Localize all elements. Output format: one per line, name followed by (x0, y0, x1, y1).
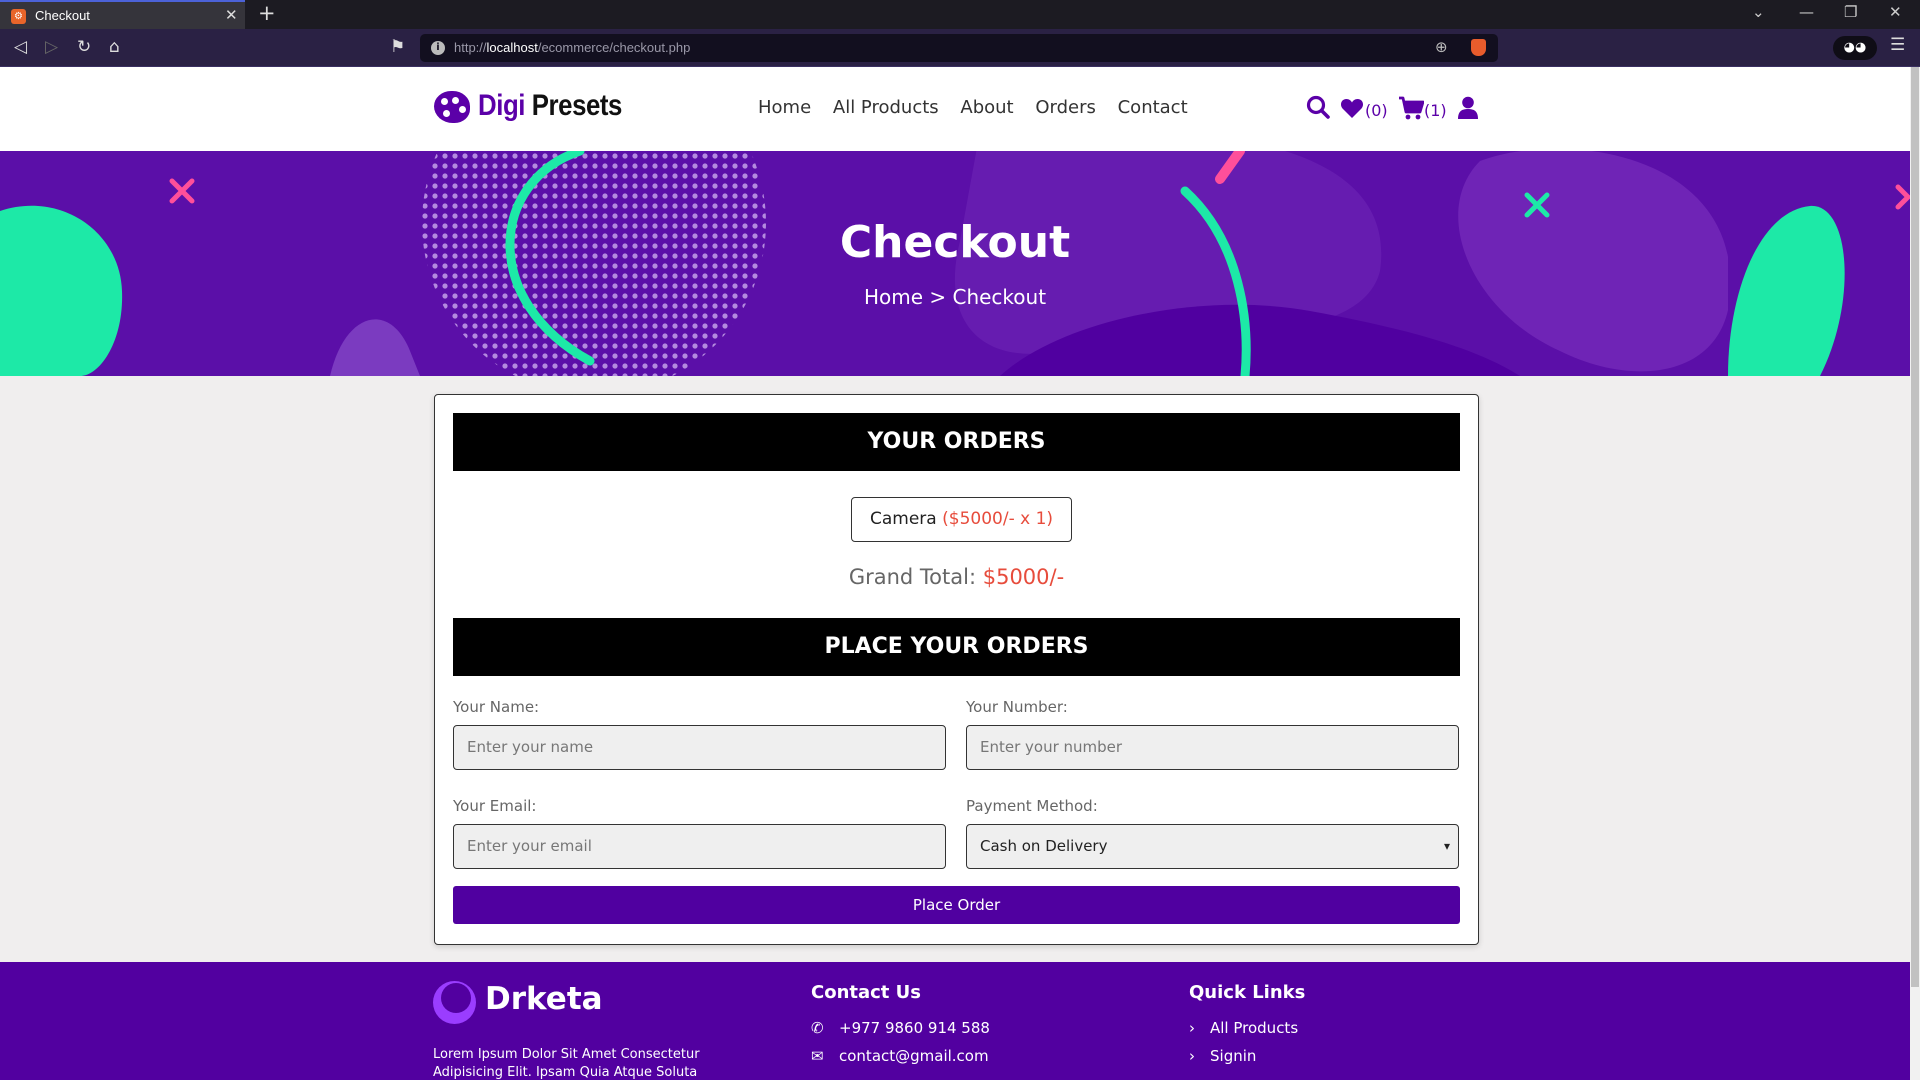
browser-tab-checkout[interactable]: ⚙ Checkout ✕ (0, 0, 245, 29)
number-field[interactable]: Enter your number (966, 725, 1459, 770)
cart-count[interactable]: (1) (1424, 101, 1447, 120)
phone-icon: ✆ (811, 1019, 824, 1037)
browser-toolbar: ◁ ▷ ↻ ⌂ ⚑ i http://localhost/ecommerce/c… (0, 29, 1920, 67)
nav-about[interactable]: About (960, 97, 1013, 118)
tab-close-icon[interactable]: ✕ (225, 6, 238, 24)
grand-total-value: $5000/- (982, 565, 1065, 589)
footer-email[interactable]: ✉ contact@gmail.com (811, 1047, 989, 1065)
place-order-button[interactable]: Place Order (453, 886, 1460, 924)
footer-brand: Drketa (485, 981, 603, 1017)
place-orders-heading: PLACE YOUR ORDERS (453, 618, 1460, 676)
window-close-icon[interactable]: ✕ (1889, 3, 1902, 21)
wishlist-count[interactable]: (0) (1365, 101, 1388, 120)
minimize-icon[interactable]: — (1799, 3, 1814, 21)
bookmark-icon[interactable]: ⚑ (390, 37, 405, 57)
reader-glasses-icon[interactable]: ◕◕ (1833, 36, 1877, 60)
moon-logo-icon (433, 981, 476, 1024)
heart-icon[interactable] (1340, 97, 1364, 119)
breadcrumb[interactable]: Home > Checkout (0, 285, 1910, 309)
footer-link-signin[interactable]: › Signin (1189, 1047, 1256, 1065)
email-label: Your Email: (453, 797, 537, 815)
new-tab-icon[interactable]: + (258, 1, 276, 25)
cart-icon[interactable] (1398, 96, 1424, 120)
reload-icon[interactable]: ↻ (77, 37, 91, 57)
checkout-card: YOUR ORDERS Camera ($5000/- x 1) Grand T… (434, 394, 1479, 945)
order-item: Camera ($5000/- x 1) (851, 497, 1073, 542)
main-nav: Home All Products About Orders Contact (758, 97, 1204, 118)
number-label: Your Number: (966, 698, 1068, 716)
chevron-right-icon: › (1189, 1047, 1195, 1065)
brave-shields-icon[interactable] (1471, 39, 1486, 56)
footer-description: Lorem Ipsum Dolor Sit Amet Consectetur A… (433, 1047, 700, 1080)
nav-all-products[interactable]: All Products (833, 97, 939, 118)
footer-phone[interactable]: ✆ +977 9860 914 588 (811, 1019, 990, 1037)
page-scrollbar-thumb[interactable] (1911, 67, 1919, 987)
palette-logo-icon (434, 91, 470, 123)
email-field[interactable]: Enter your email (453, 824, 946, 869)
nav-contact[interactable]: Contact (1118, 97, 1188, 118)
site-header: Digi Presets Home All Products About Ord… (0, 67, 1910, 151)
quick-links-heading: Quick Links (1189, 982, 1306, 1003)
payment-method-select[interactable]: Cash on Delivery ▾ (966, 824, 1459, 869)
payment-label: Payment Method: (966, 797, 1098, 815)
back-icon[interactable]: ◁ (14, 37, 27, 57)
search-icon[interactable] (1306, 95, 1330, 121)
chevron-right-icon: › (1189, 1019, 1195, 1037)
site-favicon-icon: ⚙ (11, 9, 26, 24)
zoom-icon[interactable]: ⊕ (1435, 38, 1448, 56)
restore-icon[interactable]: ❐ (1844, 3, 1857, 21)
page-title: Checkout (839, 217, 1071, 268)
site-footer: Drketa Lorem Ipsum Dolor Sit Amet Consec… (0, 962, 1910, 1080)
forward-icon[interactable]: ▷ (45, 37, 58, 57)
url-text[interactable]: http://localhost/ecommerce/checkout.php (454, 40, 690, 55)
name-field[interactable]: Enter your name (453, 725, 946, 770)
browser-menu-icon[interactable]: ☰ (1890, 35, 1905, 55)
payment-method-value: Cash on Delivery (980, 837, 1108, 855)
footer-link-all-products[interactable]: › All Products (1189, 1019, 1298, 1037)
hero-banner: Checkout Home > Checkout (0, 151, 1910, 376)
contact-heading: Contact Us (811, 982, 922, 1003)
logo-text: Digi Presets (478, 89, 622, 122)
user-icon[interactable] (1458, 96, 1478, 120)
grand-total-label: Grand Total: (848, 565, 977, 589)
order-item-price: ($5000/- x 1) (942, 509, 1054, 529)
grand-total: Grand Total: $5000/- (435, 565, 1478, 589)
order-item-name: Camera (870, 509, 937, 529)
orders-heading: YOUR ORDERS (453, 413, 1460, 471)
browser-tabbar: ⚙ Checkout ✕ + ⌄ — ❐ ✕ (0, 0, 1920, 29)
tab-list-chevron-icon[interactable]: ⌄ (1752, 3, 1765, 21)
name-label: Your Name: (453, 698, 540, 716)
tab-title: Checkout (35, 8, 90, 23)
site-info-icon[interactable]: i (431, 41, 445, 55)
nav-home[interactable]: Home (758, 97, 811, 118)
address-bar[interactable]: i http://localhost/ecommerce/checkout.ph… (420, 34, 1498, 62)
chevron-down-icon: ▾ (1443, 839, 1450, 853)
nav-orders[interactable]: Orders (1035, 97, 1096, 118)
envelope-icon: ✉ (811, 1047, 824, 1065)
home-icon[interactable]: ⌂ (109, 37, 120, 57)
